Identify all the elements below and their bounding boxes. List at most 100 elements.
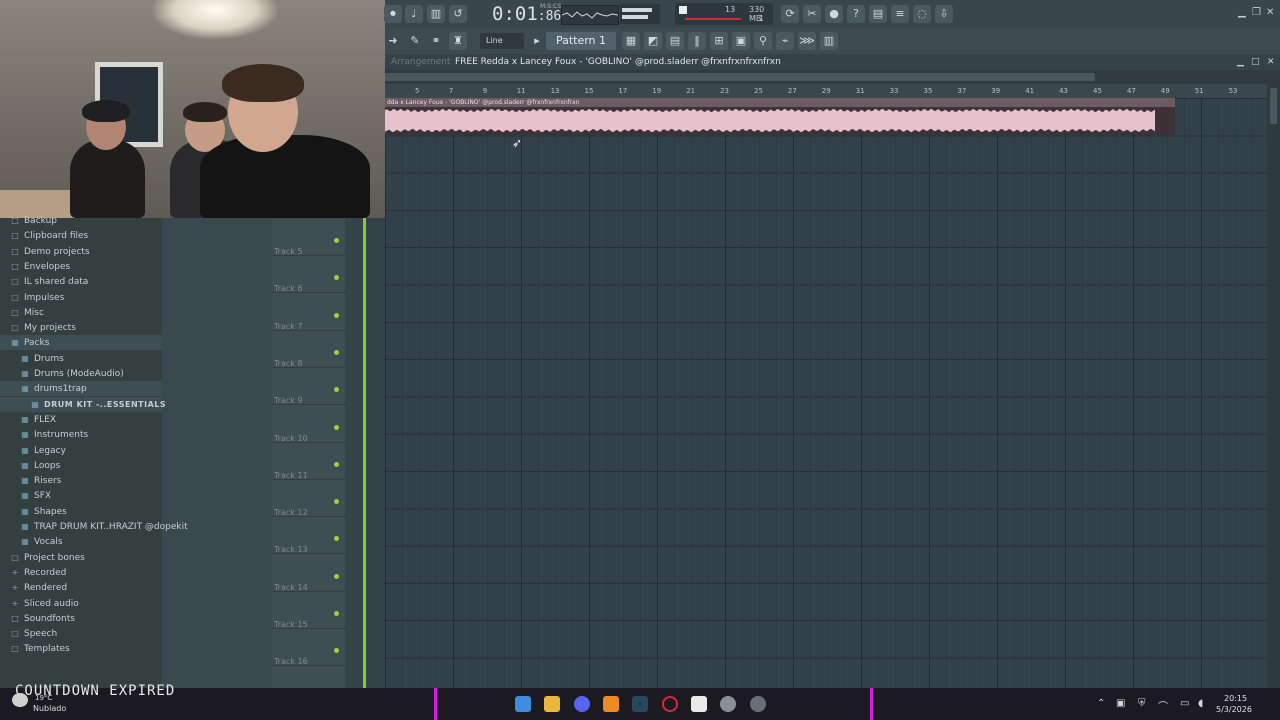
playlist-horizontal-scrollbar[interactable] [385,70,1280,84]
browser-view-icon[interactable]: ▣ [732,32,750,50]
draw-tool-icon[interactable]: ✎ [406,32,424,50]
microphone-icon[interactable]: ● [825,5,843,23]
browser-item[interactable]: □ Misc [0,305,162,320]
browser-item[interactable]: □ Templates [0,641,162,656]
trash-icon[interactable]: ▥ [820,32,838,50]
fl-studio-icon[interactable] [603,696,619,712]
tools-icon[interactable]: ✂ [803,5,821,23]
obs-icon[interactable] [750,696,766,712]
help-icon[interactable]: ? [847,5,865,23]
browser-item[interactable]: ▦ Drums (ModeAudio) [0,366,162,381]
track-mute-led[interactable] [334,349,339,355]
pattern-prev-icon[interactable]: ▸ [528,32,546,50]
browser-item[interactable]: □ Backup [0,213,162,228]
pattern-selector[interactable]: Pattern 1 [546,32,616,50]
channel-rack-icon[interactable]: ⊞ [710,32,728,50]
track-mute-led[interactable] [334,573,339,579]
taskbar-date[interactable]: 5/3/2026 [1216,705,1252,714]
track-mute-led[interactable] [334,461,339,467]
steam-icon[interactable] [632,696,648,712]
browser-item[interactable]: ▦ Drums [0,351,162,366]
track-mute-led[interactable] [334,312,339,318]
tray-chevron-icon[interactable]: ⌃ [1097,698,1105,709]
browser-item[interactable]: ▦ Packs [0,335,162,351]
browser-item[interactable]: □ Speech [0,626,162,641]
track-mute-led[interactable] [334,536,339,542]
slice-tool-icon[interactable]: ⋙ [798,32,816,50]
piano-roll-icon[interactable]: ▤ [666,32,684,50]
taskbar-time[interactable]: 20:15 [1224,694,1247,703]
tray-network-icon[interactable]: ▭ [1180,698,1189,709]
track-mute-led[interactable] [334,387,339,393]
browser-item[interactable]: ▦ Shapes [0,504,162,519]
browser-item[interactable]: □ Envelopes [0,259,162,274]
browser-item[interactable]: + Sliced audio [0,596,162,611]
track-mute-led[interactable] [334,275,339,281]
playlist-scroll-thumb[interactable] [385,73,1095,81]
plugin-icon[interactable]: ⚲ [754,32,772,50]
playlist-close-icon[interactable]: ✕ [1267,54,1275,70]
chat-icon[interactable]: ◌ [913,5,931,23]
playlist-vscroll-thumb[interactable] [1270,88,1277,124]
track-mute-led[interactable] [334,611,339,616]
track-mute-led[interactable] [334,424,339,430]
windows-start-icon[interactable] [515,696,531,712]
playlist-grid[interactable] [385,98,1267,688]
audio-clip[interactable]: dda x Lancey Foux - 'GOBLINO' @prod.slad… [385,98,1175,135]
playlist-icon[interactable]: ▦ [622,32,640,50]
close-icon[interactable]: ✕ [1266,7,1274,18]
browser-item[interactable]: □ Clipboard files [0,228,162,243]
play-arrow-icon[interactable]: ➜ [384,32,402,50]
brush-icon[interactable]: ⌁ [776,32,794,50]
browser-item[interactable]: + Rendered [0,580,162,595]
typing-keyboard-icon[interactable]: ▥ [427,5,445,23]
track-mute-led[interactable] [334,648,339,654]
opera-icon[interactable] [662,696,678,712]
track-mute-led[interactable] [334,238,339,243]
browser-item[interactable]: + Recorded [0,565,162,580]
browser-item[interactable]: ▦ DRUM KIT -..ESSENTIALS [0,396,166,412]
sync-icon[interactable]: ⟳ [781,5,799,23]
restore-icon[interactable]: ❐ [1252,7,1261,18]
metronome-icon[interactable]: ♩ [405,5,423,23]
browser-item[interactable]: ▦ Legacy [0,443,162,458]
timeline-ruler[interactable]: 5 7 9 11 13 15 17 19 21 23 25 27 29 31 33 35 37 39 41 43 45 4… [385,84,1267,99]
browser-item[interactable]: ▦ Instruments [0,427,162,442]
save-icon[interactable]: ▤ [869,5,887,23]
mixer-icon[interactable]: ≡ [891,5,909,23]
settings-icon[interactable] [720,696,736,712]
playlist-maximize-icon[interactable]: □ [1251,54,1260,70]
browser-item[interactable]: ▦ FLEX [0,412,162,427]
download-icon[interactable]: ⇩ [935,5,953,23]
track-mute-led[interactable] [334,499,339,505]
discord-icon[interactable] [574,696,590,712]
browser-item[interactable]: □ Project bones [0,550,162,565]
browser-item[interactable]: ▦ drums1trap [0,381,162,397]
playlist-vertical-scrollbar[interactable] [1267,84,1280,688]
tray-volume-icon[interactable]: ◖ [1198,698,1203,709]
tray-mic-icon[interactable]: ⌒ [1158,698,1168,713]
file-explorer-icon[interactable] [544,696,560,712]
tray-app-icon[interactable]: ▣ [1116,698,1125,709]
snap-selector[interactable]: Line [480,33,524,49]
mixer-view-icon[interactable]: ‖ [688,32,706,50]
link-icon[interactable]: ⚭ [427,32,445,50]
browser-item[interactable]: ▦ SFX [0,488,162,503]
minimize-icon[interactable]: ▁ [1238,7,1246,18]
stamp-icon[interactable]: ♜ [449,32,467,50]
tray-shield-icon[interactable]: ⛨ [1138,698,1146,709]
browser-item[interactable]: □ Demo projects [0,244,162,259]
browser-item[interactable]: □ Soundfonts [0,611,162,626]
step-sequencer-icon[interactable]: ◩ [644,32,662,50]
browser-item[interactable]: ▦ Risers [0,473,162,488]
app-window-icon[interactable] [691,696,707,712]
arrangement-label[interactable]: Arrangement [391,54,450,70]
browser-item[interactable]: □ IL shared data [0,274,162,289]
browser-item[interactable]: ▦ TRAP DRUM KIT..HRAZIT @dopekit [0,519,187,534]
browser-item[interactable]: □ My projects [0,320,162,335]
playlist-minimize-icon[interactable]: ▁ [1237,54,1244,70]
browser-item[interactable]: ▦ Loops [0,458,162,473]
browser-item[interactable]: □ Impulses [0,290,162,305]
browser-item[interactable]: ▦ Vocals [0,534,162,549]
loop-record-icon[interactable]: ↺ [449,5,467,23]
